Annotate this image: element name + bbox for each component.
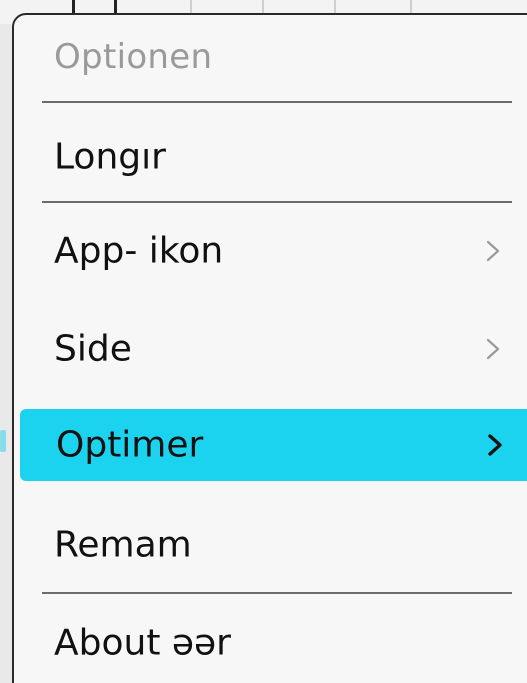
menu-item-label: Remam [54,524,192,566]
menu-item-label: About əər [54,622,231,664]
menu-item-app-ikon[interactable]: App- ikon [18,213,527,289]
menu-divider [42,201,512,203]
menu-item-label: Side [54,328,132,370]
menu-item-label: Longır [54,136,166,178]
menu-item-side[interactable]: Side [18,311,527,387]
menu-item-about[interactable]: About əər [18,605,527,681]
menu-divider [42,592,512,594]
chevron-right-icon [486,338,500,360]
menu-item-label: Optimer [56,424,204,466]
menu-item-longir[interactable]: Longır [18,119,527,195]
menu-item-remam[interactable]: Remam [18,507,527,583]
screen: Optionen Longır App- ikon Side Optimer R [0,0,527,683]
menu-item-label: App- ikon [54,230,224,272]
menu-divider [42,101,512,103]
chevron-right-icon [486,240,500,262]
options-menu: Optionen Longır App- ikon Side Optimer R [12,13,527,683]
selection-edge-mark [0,430,6,452]
menu-item-optimer[interactable]: Optimer [20,409,527,481]
menu-header: Optionen [54,37,213,77]
chevron-right-icon [488,434,502,456]
